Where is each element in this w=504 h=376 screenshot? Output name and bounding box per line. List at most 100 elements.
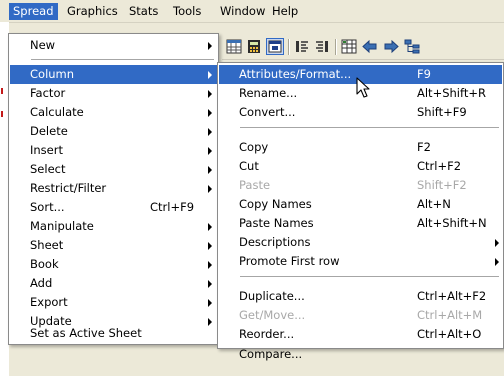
menu-item-shortcut: Ctrl+F9 (150, 200, 195, 214)
submenu-arrow-icon (208, 71, 212, 79)
menu-item-paste-names[interactable]: Paste Names Alt+Shift+N (219, 214, 502, 233)
menu-item-label: Promote First row (239, 254, 340, 268)
column-submenu: Attributes/Format... F9 Rename... Alt+Sh… (217, 62, 504, 361)
arrow-left-icon[interactable] (362, 39, 378, 54)
menu-item-duplicate[interactable]: Duplicate... Ctrl+Alt+F2 (219, 287, 502, 306)
menu-item-label: Attributes/Format... (239, 67, 352, 81)
menu-item-convert[interactable]: Convert... Shift+F9 (219, 103, 502, 122)
submenu-arrow-icon (495, 239, 499, 247)
menu-item-label: Sheet (30, 238, 64, 252)
submenu-arrow-icon (208, 109, 212, 117)
menu-item-cut[interactable]: Cut Ctrl+F2 (219, 157, 502, 176)
submenu-arrow-icon (208, 42, 212, 50)
menu-item-descriptions[interactable]: Descriptions (219, 233, 502, 252)
menu-item-label: New (30, 38, 56, 52)
menu-item-shortcut: Ctrl+Alt+F2 (417, 289, 487, 303)
spread-menu: New Column Factor Calculate Delete Inser… (8, 33, 219, 345)
menu-item-label: Restrict/Filter (30, 181, 107, 195)
menu-item-shortcut: F2 (417, 140, 431, 154)
menu-item-book[interactable]: Book (10, 255, 217, 274)
menu-item-column[interactable]: Column (10, 65, 217, 84)
menu-item-label: Manipulate (30, 219, 94, 233)
menu-item-copy-names[interactable]: Copy Names Alt+N (219, 195, 502, 214)
menu-item-add[interactable]: Add (10, 274, 217, 293)
menu-spread[interactable]: Spread (9, 3, 58, 20)
submenu-arrow-icon (208, 166, 212, 174)
menu-item-label: Insert (30, 143, 63, 157)
menu-item-manipulate[interactable]: Manipulate (10, 217, 217, 236)
menu-item-label: Descriptions (239, 235, 311, 249)
toolbar-separator (288, 39, 289, 55)
menu-item-label: Cut (239, 159, 259, 173)
menu-item-label: Sort... (30, 200, 65, 214)
menu-item-insert[interactable]: Insert (10, 141, 217, 160)
toolbar-separator (335, 39, 336, 55)
menu-item-new[interactable]: New (10, 36, 217, 55)
menu-item-paste[interactable]: Paste Shift+F2 (219, 176, 502, 195)
align-left-icon[interactable] (294, 39, 310, 54)
menu-item-promote-first-row[interactable]: Promote First row (219, 252, 502, 271)
menu-item-get-move[interactable]: Get/Move... Ctrl+Alt+M (219, 306, 502, 325)
menu-item-delete[interactable]: Delete (10, 122, 217, 141)
menu-item-label: Calculate (30, 105, 84, 119)
menu-item-export[interactable]: Export (10, 293, 217, 312)
menu-item-set-as-active-sheet[interactable]: Set as Active Sheet (10, 324, 217, 343)
submenu-arrow-icon (208, 90, 212, 98)
menu-item-label: Factor (30, 86, 66, 100)
menu-item-shortcut: Shift+F9 (417, 105, 467, 119)
sheet-icon[interactable] (341, 39, 357, 54)
menu-tools[interactable]: Tools (169, 3, 205, 20)
menu-item-label: Rename... (239, 86, 298, 100)
menu-item-copy[interactable]: Copy F2 (219, 138, 502, 157)
submenu-arrow-icon (208, 299, 212, 307)
submenu-arrow-icon (208, 223, 212, 231)
menu-separator (240, 127, 499, 128)
menu-item-label: Add (30, 276, 53, 290)
spreadsheet-icon[interactable] (226, 39, 242, 54)
menu-item-label: Book (30, 257, 59, 271)
menu-item-shortcut: Shift+F2 (417, 178, 467, 192)
menu-item-sheet[interactable]: Sheet (10, 236, 217, 255)
menu-item-label: Get/Move... (239, 308, 306, 322)
menu-item-select[interactable]: Select (10, 160, 217, 179)
mouse-cursor-icon (356, 77, 370, 98)
menu-item-label: Delete (30, 124, 68, 138)
tree-icon[interactable] (404, 39, 420, 54)
menu-item-shortcut: Alt+Shift+R (417, 86, 486, 100)
menu-separator (240, 276, 499, 277)
toolbar (222, 35, 504, 60)
marker (1, 88, 3, 94)
menu-graphics[interactable]: Graphics (63, 3, 122, 20)
menu-item-label: Copy Names (239, 197, 312, 211)
menu-item-label: Export (30, 295, 68, 309)
menu-item-shortcut: Alt+N (417, 197, 451, 211)
menu-item-calculate[interactable]: Calculate (10, 103, 217, 122)
menu-item-shortcut: F9 (417, 67, 431, 81)
menu-item-compare[interactable]: Compare... (219, 328, 502, 361)
menu-item-shortcut: Alt+Shift+N (417, 216, 487, 230)
menu-window[interactable]: Window (216, 3, 269, 20)
calculator-icon[interactable] (246, 39, 262, 54)
window-icon[interactable] (266, 38, 284, 55)
menu-help[interactable]: Help (268, 3, 302, 20)
menu-item-shortcut: Ctrl+Alt+M (417, 308, 483, 322)
menu-item-restrict-filter[interactable]: Restrict/Filter (10, 179, 217, 198)
menu-item-label: Duplicate... (239, 289, 305, 303)
menu-item-label: Compare... (239, 347, 303, 361)
arrow-right-icon[interactable] (383, 39, 399, 54)
menu-item-label: Paste (239, 178, 271, 192)
menu-item-sort[interactable]: Sort... Ctrl+F9 (10, 198, 217, 217)
menu-item-label: Convert... (239, 105, 296, 119)
menu-item-factor[interactable]: Factor (10, 84, 217, 103)
submenu-arrow-icon (208, 147, 212, 155)
menu-separator (31, 59, 214, 60)
align-right-icon[interactable] (314, 39, 330, 54)
submenu-arrow-icon (208, 280, 212, 288)
menu-item-label: Set as Active Sheet (30, 326, 142, 340)
marker (1, 111, 3, 117)
menu-item-label: Column (30, 67, 75, 81)
menu-stats[interactable]: Stats (125, 3, 162, 20)
menu-item-shortcut: Ctrl+F2 (417, 159, 462, 173)
menu-bar: Spread Graphics Stats Tools Window Help (0, 0, 504, 23)
submenu-arrow-icon (208, 242, 212, 250)
